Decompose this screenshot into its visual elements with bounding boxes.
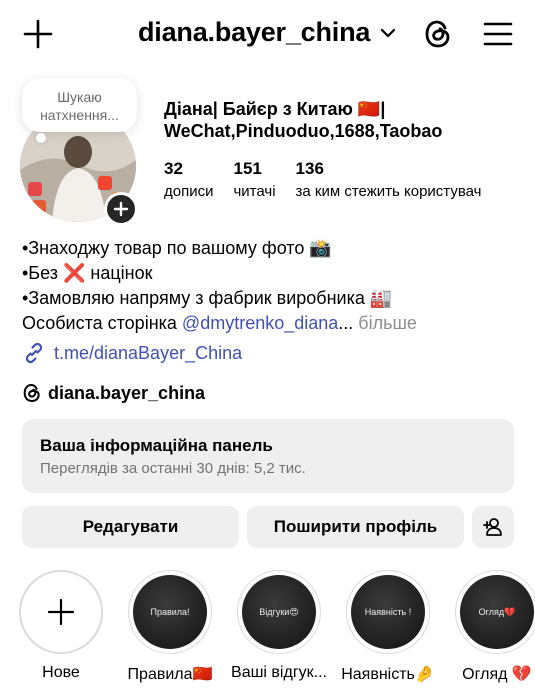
highlight-cover: Відгуки😍	[242, 575, 316, 649]
stat-following-value: 136	[295, 159, 324, 178]
profile-note[interactable]: Шукаю натхнення...	[22, 78, 137, 132]
highlight-ring: Відгуки😍	[237, 570, 321, 654]
bio-ellipsis: ...	[338, 313, 354, 333]
stat-posts-value: 32	[164, 159, 183, 178]
story-highlights: Нове Правила! Правила🇨🇳 Відгуки😍 Ваші ві…	[0, 570, 535, 700]
create-plus-icon[interactable]	[22, 18, 54, 50]
highlight-cover: Правила!	[133, 575, 207, 649]
plus-icon	[113, 201, 129, 217]
highlight-new[interactable]: Нове	[11, 570, 111, 682]
chevron-down-icon[interactable]	[379, 26, 397, 40]
profile-username-switcher[interactable]: diana.bayer_china	[138, 17, 370, 48]
stat-posts-label: дописи	[164, 183, 214, 200]
edit-profile-button[interactable]: Редагувати	[22, 506, 239, 548]
bio-external-link[interactable]: t.me/dianaBayer_China	[22, 340, 242, 366]
highlight-ring: Правила!	[128, 570, 212, 654]
highlight-cover: Огляд💔	[460, 575, 534, 649]
threads-small-icon	[23, 383, 40, 403]
dashboard-title: Ваша інформаційна панель	[40, 436, 273, 455]
highlight-rules[interactable]: Правила! Правила🇨🇳	[120, 570, 220, 684]
highlight-cover-text: Огляд💔	[478, 606, 516, 617]
highlight-label: Правила🇨🇳	[127, 666, 213, 683]
profile-stats: 32 дописи 151 читачі 136 за ким стежить …	[164, 158, 501, 202]
highlight-cover-text: Відгуки😍	[259, 606, 299, 617]
note-tail	[36, 133, 46, 143]
professional-dashboard[interactable]: Ваша інформаційна панель Переглядів за о…	[22, 419, 514, 493]
stat-following-label: за ким стежить користувач	[295, 183, 482, 200]
bio-line-3: •Замовляю напряму з фабрик виробника 🏭	[22, 288, 393, 308]
highlight-overview[interactable]: Огляд💔 Огляд 💔	[447, 570, 535, 684]
plus-icon	[47, 598, 75, 626]
stat-following[interactable]: 136 за ким стежить користувач	[296, 158, 482, 202]
bio-line-4: Особиста сторінка @dmytrenko_diana... бі…	[22, 311, 522, 336]
profile-bio: •Знаходжу товар по вашому фото 📸 •Без ❌ …	[22, 236, 522, 336]
bio-line-2: •Без ❌ націнок	[22, 263, 153, 283]
add-user-icon	[483, 518, 502, 536]
highlight-cover-text: Наявність !	[364, 607, 412, 617]
highlight-new-ring	[19, 570, 103, 654]
share-profile-button[interactable]: Поширити профіль	[247, 506, 464, 548]
bio-personal-page-text: Особиста сторінка	[22, 313, 182, 333]
highlight-label: Ваші відгук...	[231, 664, 327, 681]
add-story-button[interactable]	[104, 192, 138, 226]
stat-posts[interactable]: 32 дописи	[164, 158, 213, 202]
stat-followers-label: читачі	[233, 183, 276, 200]
full-name-line-1: Діана| Байєр з Китаю 🇨🇳|	[164, 99, 386, 119]
highlight-label: Наявність🤌	[341, 666, 435, 683]
bio-mention-link[interactable]: @dmytrenko_diana	[182, 313, 338, 333]
highlight-availability[interactable]: Наявність ! Наявність🤌	[338, 570, 438, 684]
top-bar: diana.bayer_china	[0, 0, 535, 70]
note-line-1: Шукаю	[57, 89, 102, 105]
bio-line-1: •Знаходжу товар по вашому фото 📸	[22, 238, 332, 258]
highlight-label: Нове	[42, 664, 80, 681]
full-name-line-2: WeChat,Pinduoduo,1688,Taobao	[164, 121, 443, 141]
link-icon	[25, 342, 43, 364]
highlight-label: Огляд 💔	[462, 666, 532, 683]
link-text: t.me/dianaBayer_China	[54, 342, 243, 363]
stat-followers-value: 151	[233, 159, 262, 178]
discover-people-button[interactable]	[472, 506, 514, 548]
threads-icon[interactable]	[423, 18, 453, 50]
threads-handle: diana.bayer_china	[48, 382, 206, 403]
menu-icon[interactable]	[483, 21, 513, 47]
stat-followers[interactable]: 151 читачі	[233, 158, 275, 202]
profile-full-name: Діана| Байєр з Китаю 🇨🇳| WeChat,Pinduodu…	[164, 98, 524, 142]
dashboard-subtitle: Переглядів за останні 30 днів: 5,2 тис.	[40, 460, 306, 477]
note-line-2: натхнення...	[40, 107, 119, 123]
highlight-ring: Огляд💔	[455, 570, 535, 654]
highlight-cover: Наявність !	[351, 575, 425, 649]
highlight-cover-text: Правила!	[150, 607, 190, 617]
highlight-ring: Наявність !	[346, 570, 430, 654]
highlight-reviews[interactable]: Відгуки😍 Ваші відгук...	[229, 570, 329, 682]
threads-profile-badge[interactable]: diana.bayer_china	[22, 380, 205, 406]
bio-more-button[interactable]: більше	[353, 313, 417, 333]
